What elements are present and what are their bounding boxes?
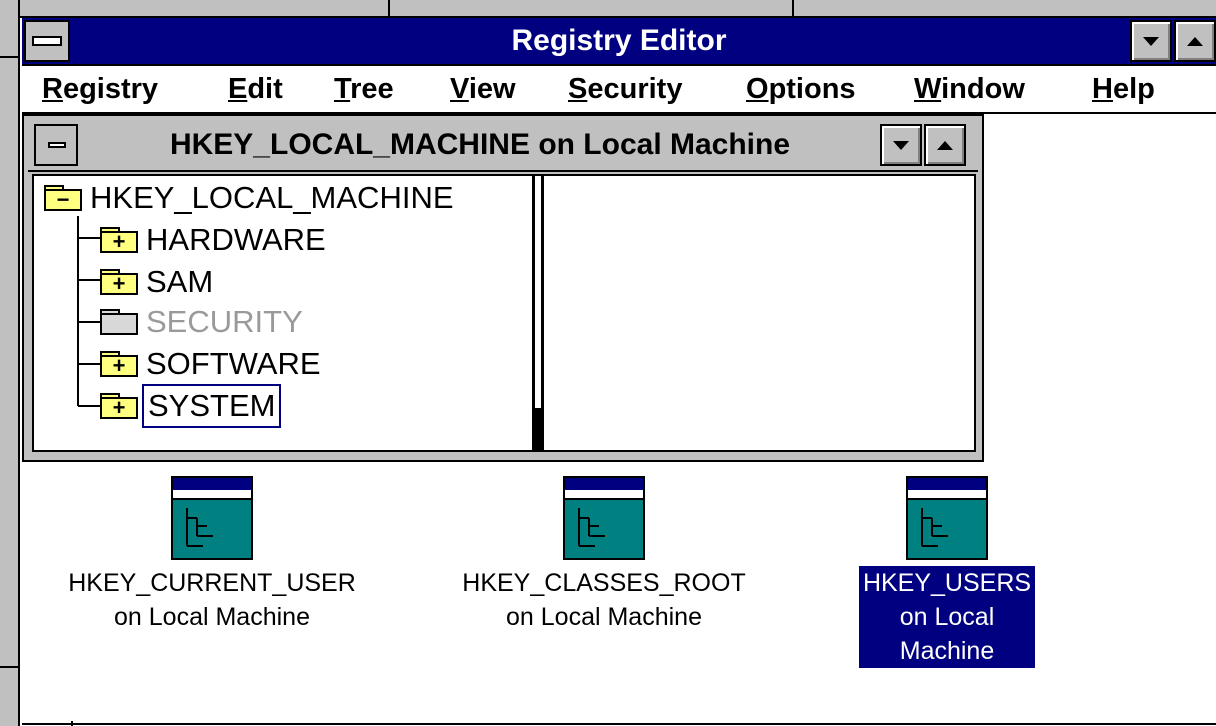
tree-item-system[interactable]: + SYSTEM: [100, 384, 282, 428]
splitter-thumb[interactable]: [535, 408, 541, 450]
minimize-arrow-icon: [1143, 36, 1159, 46]
folder-open-plus-icon: +: [100, 393, 138, 419]
menu-options[interactable]: Options: [746, 66, 856, 112]
child-system-menu-button[interactable]: [34, 124, 78, 166]
child-maximize-arrow-icon: [937, 140, 953, 150]
registry-window-icon[interactable]: [906, 476, 988, 560]
child-minimize-button[interactable]: [880, 124, 922, 166]
tree-item-label: SYSTEM: [141, 384, 282, 428]
menu-tree[interactable]: Tree: [334, 66, 394, 112]
open-folder-minus-icon: −: [44, 185, 82, 211]
menu-help[interactable]: Help: [1092, 66, 1155, 112]
menu-edit[interactable]: Edit: [228, 66, 283, 112]
title-bar[interactable]: Registry Editor: [22, 18, 1216, 66]
desktop-top-edge: [0, 0, 1216, 18]
value-pane[interactable]: [544, 176, 974, 450]
folder-plus-icon: +: [100, 227, 138, 253]
minimized-label: HKEY_CLASSES_ROOT on Local Machine: [462, 569, 746, 631]
window-title: Registry Editor: [511, 24, 727, 57]
minimized-hkey-current-user[interactable]: HKEY_CURRENT_USER on Local Machine: [22, 476, 402, 634]
window-left-border[interactable]: [0, 0, 20, 726]
menu-security[interactable]: Security: [568, 66, 682, 112]
minimized-label-selected: HKEY_USERS on Local Machine: [858, 566, 1036, 668]
hklm-child-window[interactable]: HKEY_LOCAL_MACHINE on Local Machine − HK…: [22, 114, 984, 462]
tree-item-sam[interactable]: + SAM: [100, 262, 215, 302]
pane-splitter[interactable]: [532, 176, 544, 450]
tree-item-hkey-local-machine[interactable]: − HKEY_LOCAL_MACHINE: [44, 178, 456, 218]
child-client-area: − HKEY_LOCAL_MACHINE + HARDWARE + SAM SE…: [32, 174, 976, 452]
child-minimize-arrow-icon: [893, 140, 909, 150]
menu-registry[interactable]: Registry: [42, 66, 158, 112]
key-tree-pane[interactable]: − HKEY_LOCAL_MACHINE + HARDWARE + SAM SE…: [34, 176, 532, 450]
child-title-bar[interactable]: HKEY_LOCAL_MACHINE on Local Machine: [28, 120, 978, 172]
child-system-menu-icon: [48, 142, 66, 148]
folder-plus-icon: +: [100, 351, 138, 377]
child-window-title: HKEY_LOCAL_MACHINE on Local Machine: [169, 128, 791, 161]
menu-bar: Registry Edit Tree View Security Options…: [22, 66, 1216, 114]
registry-window-icon[interactable]: [563, 476, 645, 560]
tree-item-software[interactable]: + SOFTWARE: [100, 344, 323, 384]
tree-item-label: SAM: [146, 264, 214, 299]
folder-plus-icon: +: [100, 269, 138, 295]
tree-item-security[interactable]: SECURITY: [100, 302, 305, 342]
bottom-edge: [22, 721, 1216, 726]
tree-item-label: SOFTWARE: [146, 346, 321, 381]
maximize-arrow-icon: [1187, 36, 1203, 46]
mdi-client-area[interactable]: HKEY_LOCAL_MACHINE on Local Machine − HK…: [22, 114, 1216, 726]
tree-item-hardware[interactable]: + HARDWARE: [100, 220, 328, 260]
tree-item-label: SECURITY: [146, 304, 303, 339]
minimized-hkey-users[interactable]: HKEY_USERS on Local Machine: [844, 476, 1050, 668]
registry-editor-window: Registry Editor Registry Edit Tree View …: [0, 0, 1216, 726]
menu-window[interactable]: Window: [914, 66, 1025, 112]
registry-window-icon[interactable]: [171, 476, 253, 560]
minimize-button[interactable]: [1130, 20, 1172, 62]
child-maximize-button[interactable]: [924, 124, 966, 166]
minimized-label: HKEY_CURRENT_USER on Local Machine: [68, 569, 356, 631]
menu-view[interactable]: View: [450, 66, 516, 112]
maximize-button[interactable]: [1174, 20, 1216, 62]
tree-item-label: HKEY_LOCAL_MACHINE: [90, 180, 454, 215]
minimized-hkey-classes-root[interactable]: HKEY_CLASSES_ROOT on Local Machine: [416, 476, 792, 634]
tree-item-label: HARDWARE: [146, 222, 326, 257]
folder-grey-icon: [100, 309, 138, 335]
